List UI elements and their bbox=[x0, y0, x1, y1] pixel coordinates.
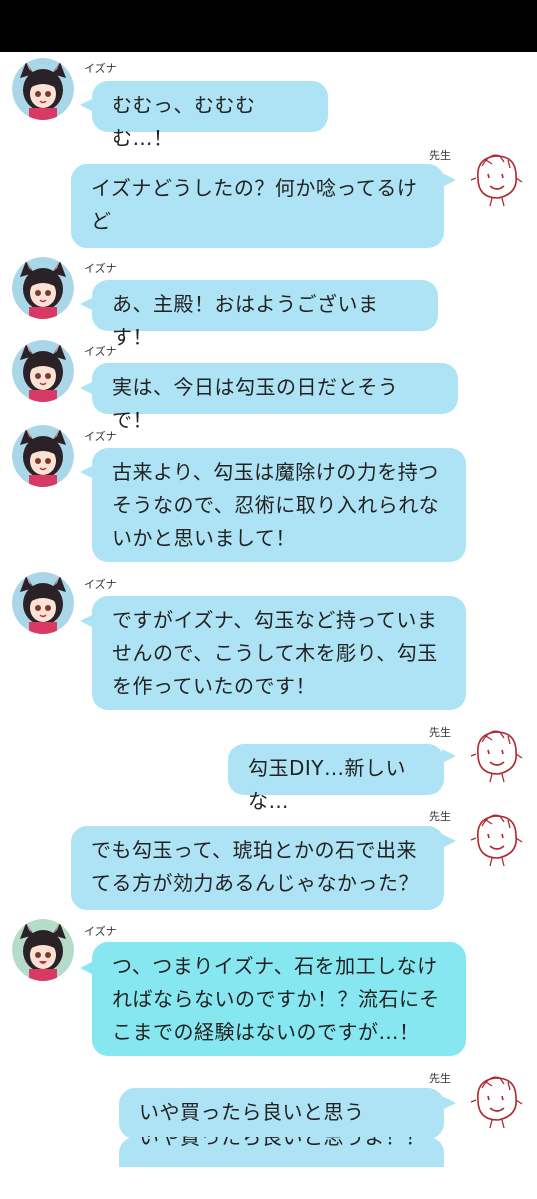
message-text: いや買ったら良いと思うよ！？ bbox=[139, 1137, 426, 1149]
sender-name: イズナ bbox=[84, 62, 117, 75]
message-text: こまでの経験はないのですが…！ bbox=[112, 1020, 420, 1044]
message-text: そうなので、忍術に取り入れられな bbox=[112, 493, 440, 517]
student-avatar[interactable] bbox=[12, 919, 74, 981]
teacher-avatar[interactable] bbox=[466, 148, 526, 208]
sender-name: 先生 bbox=[429, 810, 451, 823]
sender-name: イズナ bbox=[84, 578, 117, 591]
message-text: あ、主殿！おはようございます！ bbox=[112, 292, 379, 349]
student-avatar[interactable] bbox=[12, 257, 74, 319]
message-bubble-partial: いや買ったら良いと思うよ！？ bbox=[119, 1137, 444, 1167]
message-bubble: いや買ったら良いと思うよ！？ bbox=[119, 1088, 444, 1157]
teacher-avatar[interactable] bbox=[466, 1070, 526, 1130]
sender-name: 先生 bbox=[429, 1072, 451, 1085]
student-avatar[interactable] bbox=[12, 340, 74, 402]
message-text: むむっ、むむむむ…！ bbox=[112, 93, 256, 150]
message-text: 勾玉DIY…新しいな… bbox=[248, 756, 407, 813]
sender-name: 先生 bbox=[429, 149, 451, 162]
sender-name: イズナ bbox=[84, 262, 117, 275]
message-text: でも勾玉って、琥珀とかの石で出来 bbox=[91, 838, 417, 862]
bubble-tail bbox=[442, 834, 456, 848]
message-bubble: イズナどうしたの？何か唸ってるけ ど bbox=[71, 164, 444, 248]
message-text: せんので、こうして木を彫り、勾玉 bbox=[112, 641, 438, 665]
sender-name: イズナ bbox=[84, 925, 117, 938]
message-bubble: 勾玉DIY…新しいな… bbox=[228, 744, 444, 813]
message-text: を作っていたのです！ bbox=[112, 674, 316, 698]
message-text: 古来より、勾玉は魔除けの力を持つ bbox=[112, 460, 439, 484]
message-bubble: ですがイズナ、勾玉など持っていま せんので、こうして木を彫り、勾玉 を作っていた… bbox=[92, 596, 466, 710]
student-avatar[interactable] bbox=[12, 425, 74, 487]
sender-name: イズナ bbox=[84, 430, 117, 443]
status-bar bbox=[0, 0, 537, 52]
message-bubble: 古来より、勾玉は魔除けの力を持つ そうなので、忍術に取り入れられな いかと思いま… bbox=[92, 448, 466, 562]
sender-name: 先生 bbox=[429, 726, 451, 739]
teacher-avatar[interactable] bbox=[466, 808, 526, 868]
message-bubble: でも勾玉って、琥珀とかの石で出来 てる方が効力あるんじゃなかった？ bbox=[71, 826, 444, 910]
sender-name: イズナ bbox=[84, 345, 117, 358]
message-text: ですがイズナ、勾玉など持っていま bbox=[112, 608, 438, 632]
bubble-tail bbox=[442, 173, 456, 187]
message-bubble: 実は、今日は勾玉の日だとそうで！ bbox=[92, 363, 458, 432]
teacher-avatar[interactable] bbox=[466, 724, 526, 784]
student-avatar[interactable] bbox=[12, 58, 74, 120]
message-text: ればならないのですか！？流石にそ bbox=[112, 987, 440, 1011]
bubble-tail bbox=[442, 749, 456, 763]
message-text: いかと思いまして！ bbox=[112, 526, 296, 550]
message-text: イズナどうしたの？何か唸ってるけ bbox=[91, 176, 418, 200]
chat-log: イズナ むむっ、むむむむ…！ 先生 イズナどうしたの？何か唸ってるけ ど イズナ… bbox=[0, 52, 537, 1199]
message-text: ど bbox=[91, 209, 112, 233]
message-text: 実は、今日は勾玉の日だとそうで！ bbox=[112, 375, 399, 432]
message-bubble: あ、主殿！おはようございます！ bbox=[92, 280, 438, 349]
message-bubble: むむっ、むむむむ…！ bbox=[92, 81, 328, 150]
message-text: つ、つまりイズナ、石を加工しなけ bbox=[112, 954, 438, 978]
message-text: てる方が効力あるんじゃなかった？ bbox=[91, 871, 419, 895]
bubble-tail bbox=[442, 1096, 456, 1110]
message-bubble: つ、つまりイズナ、石を加工しなけ ればならないのですか！？流石にそ こまでの経験… bbox=[92, 942, 466, 1056]
student-avatar[interactable] bbox=[12, 572, 74, 634]
